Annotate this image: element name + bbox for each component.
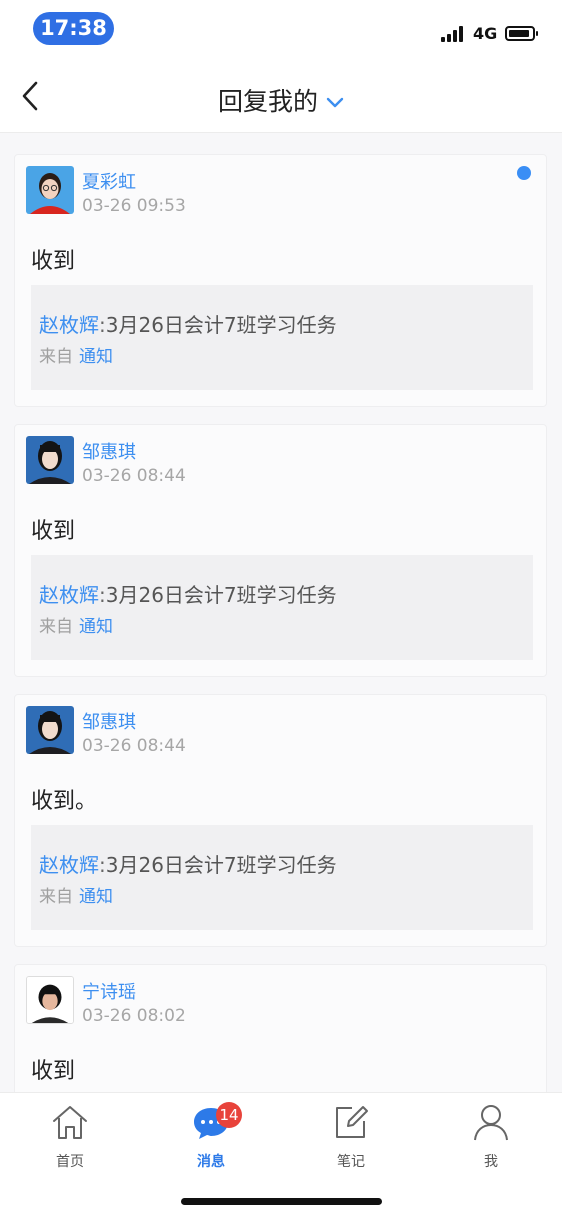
quoted-title: 3月26日会计7班学习任务 [105, 583, 337, 607]
quoted-source: 来自 通知 [39, 882, 113, 907]
tab-notes[interactable]: 笔记 [306, 1103, 396, 1170]
home-indicator [181, 1198, 382, 1205]
status-time: 17:38 [33, 12, 114, 45]
quoted-post[interactable]: 赵枚辉:3月26日会计7班学习任务 来自 通知 [31, 825, 533, 930]
reply-timestamp: 03-26 08:02 [82, 1006, 186, 1026]
tab-home[interactable]: 首页 [25, 1103, 115, 1170]
source-link[interactable]: 通知 [79, 887, 113, 907]
quoted-separator: : [99, 853, 106, 877]
quoted-author[interactable]: 赵枚辉 [39, 853, 99, 877]
reply-content: 收到 [31, 519, 76, 544]
reply-content: 收到 [31, 249, 76, 274]
profile-icon [474, 1105, 508, 1141]
avatar[interactable] [26, 166, 74, 214]
quoted-source: 来自 通知 [39, 612, 113, 637]
avatar[interactable] [26, 976, 74, 1024]
quoted-title: 3月26日会计7班学习任务 [105, 313, 337, 337]
quoted-post[interactable]: 赵枚辉:3月26日会计7班学习任务 来自 通知 [31, 555, 533, 660]
quoted-separator: : [99, 313, 106, 337]
network-type: 4G [473, 24, 498, 43]
reply-content: 收到 [31, 1059, 76, 1084]
source-label: 来自 [39, 617, 73, 637]
quoted-post[interactable]: 赵枚辉:3月26日会计7班学习任务 来自 通知 [31, 285, 533, 390]
note-icon [336, 1106, 368, 1138]
home-icon [53, 1106, 87, 1139]
signal-icon [441, 26, 467, 42]
reply-timestamp: 03-26 08:44 [82, 466, 186, 486]
quoted-separator: : [99, 583, 106, 607]
quoted-post-line: 赵枚辉:3月26日会计7班学习任务 [39, 579, 337, 608]
tab-messages-label: 消息 [197, 1154, 225, 1170]
source-label: 来自 [39, 887, 73, 907]
quoted-title: 3月26日会计7班学习任务 [105, 853, 337, 877]
unread-count-badge: 14 [216, 1102, 242, 1128]
avatar[interactable] [26, 436, 74, 484]
nav-bar: 回复我的 [0, 60, 562, 133]
reply-content: 收到。 [31, 789, 98, 814]
reply-timestamp: 03-26 08:44 [82, 736, 186, 756]
quoted-source: 来自 通知 [39, 342, 113, 367]
reply-list: 夏彩虹 03-26 09:53 收到 赵枚辉:3月26日会计7班学习任务 来自通… [0, 132, 562, 1092]
unread-dot [517, 166, 531, 180]
tab-notes-label: 笔记 [337, 1154, 365, 1170]
page-title-dropdown[interactable]: 回复我的 [0, 82, 562, 118]
chevron-down-icon [326, 86, 344, 115]
quoted-post-line: 赵枚辉:3月26日会计7班学习任务 [39, 849, 337, 878]
reply-card[interactable]: 夏彩虹 03-26 09:53 收到 赵枚辉:3月26日会计7班学习任务 来自通… [14, 154, 547, 407]
page-title: 回复我的 [217, 87, 318, 116]
tab-messages[interactable]: 14 消息 [166, 1102, 256, 1170]
tab-profile-label: 我 [484, 1154, 498, 1170]
source-label: 来自 [39, 347, 73, 367]
quoted-author[interactable]: 赵枚辉 [39, 583, 99, 607]
source-link[interactable]: 通知 [79, 617, 113, 637]
status-bar: 17:38 4G [0, 0, 562, 60]
reply-user-name[interactable]: 邹惠琪 [82, 708, 136, 734]
reply-user-name[interactable]: 邹惠琪 [82, 438, 136, 464]
reply-timestamp: 03-26 09:53 [82, 196, 186, 216]
battery-icon [505, 26, 538, 41]
reply-card[interactable]: 宁诗瑶 03-26 08:02 收到 [14, 964, 547, 1092]
source-link[interactable]: 通知 [79, 347, 113, 367]
quoted-author[interactable]: 赵枚辉 [39, 313, 99, 337]
reply-card[interactable]: 邹惠琪 03-26 08:44 收到。 赵枚辉:3月26日会计7班学习任务 来自… [14, 694, 547, 947]
tab-home-label: 首页 [56, 1154, 84, 1170]
tab-profile[interactable]: 我 [446, 1103, 536, 1170]
reply-user-name[interactable]: 宁诗瑶 [82, 978, 136, 1004]
reply-card[interactable]: 邹惠琪 03-26 08:44 收到 赵枚辉:3月26日会计7班学习任务 来自通… [14, 424, 547, 677]
avatar[interactable] [26, 706, 74, 754]
quoted-post-line: 赵枚辉:3月26日会计7班学习任务 [39, 309, 337, 338]
reply-user-name[interactable]: 夏彩虹 [82, 168, 136, 194]
